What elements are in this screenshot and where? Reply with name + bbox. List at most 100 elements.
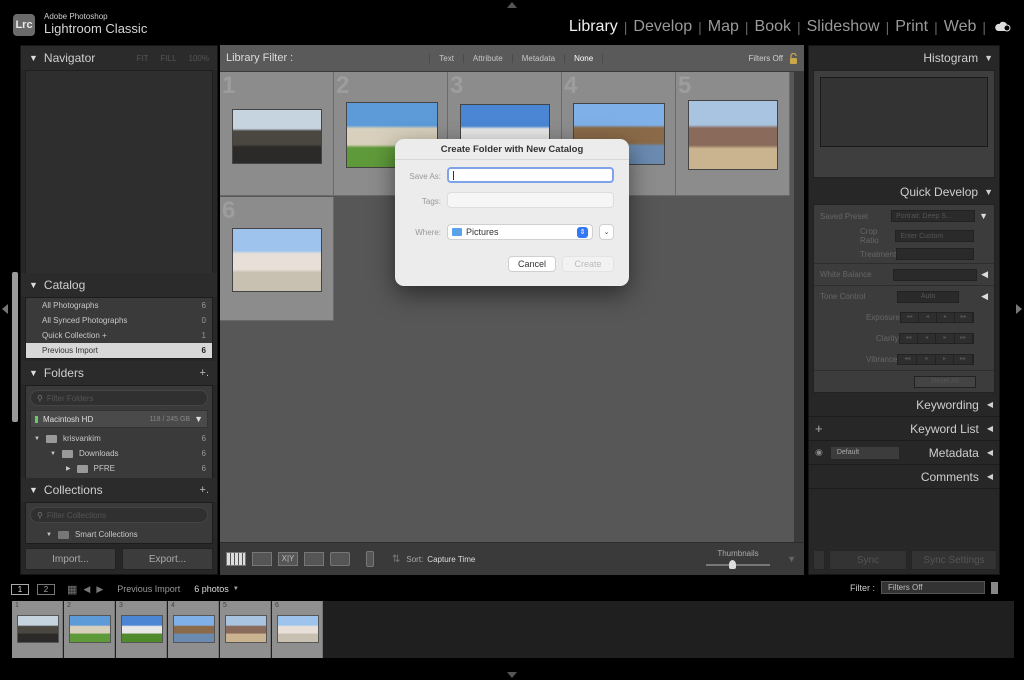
filmstrip-cell[interactable]: 5 (220, 601, 271, 658)
catalog-item-quick-collection[interactable]: Quick Collection + 1 (26, 328, 212, 343)
screen-1-button[interactable]: 1 (11, 583, 29, 595)
photo-thumbnail[interactable] (688, 100, 778, 170)
filmstrip-thumbnail[interactable] (17, 615, 59, 643)
filmstrip-cell[interactable]: 3 (116, 601, 167, 658)
expand-triangle-icon[interactable]: ▼ (979, 211, 988, 221)
filmstrip-cell[interactable]: 4 (168, 601, 219, 658)
grid-cell[interactable]: 6 (220, 197, 334, 321)
folder-krisvankim[interactable]: ▼ krisvankim 6 (26, 431, 212, 446)
auto-tone-button[interactable]: Auto (897, 290, 960, 303)
loupe-view-icon[interactable] (252, 552, 272, 566)
catalog-header[interactable]: ▼ Catalog (21, 273, 217, 297)
grid-cell[interactable]: 5 (676, 72, 790, 196)
step-button[interactable]: ◂◂ (900, 313, 919, 322)
quick-develop-header[interactable]: Quick Develop ▼ (809, 180, 999, 204)
toolbar-menu-icon[interactable]: ▼ (787, 554, 796, 564)
step-button[interactable]: ▸▸ (954, 334, 973, 343)
volume-macintosh-hd[interactable]: Macintosh HD 118 / 245 GB ▼ (30, 410, 208, 428)
grid-view-icon[interactable] (226, 552, 246, 566)
step-button[interactable]: ▸ (935, 355, 955, 364)
exposure-stepper[interactable]: ◂◂ ◂ ▸ ▸▸ (899, 312, 974, 323)
filmstrip-filter-select[interactable]: Filters Off (881, 581, 985, 594)
sort-select[interactable]: Capture Time (427, 555, 475, 564)
module-print[interactable]: Print (889, 18, 934, 36)
navigator-zoom-100[interactable]: 100% (189, 54, 209, 63)
sync-settings-button[interactable]: Sync Settings (911, 550, 997, 570)
step-button[interactable]: ▸▸ (954, 355, 973, 364)
histogram-header[interactable]: Histogram ▼ (809, 46, 999, 70)
add-folder-button[interactable]: +. (200, 367, 209, 379)
folders-header[interactable]: ▼ Folders +. (21, 361, 217, 385)
comments-header[interactable]: Comments ◀ (809, 465, 999, 489)
volume-menu-icon[interactable]: ▼ (194, 414, 203, 424)
vibrance-stepper[interactable]: ◂◂ ◂ ▸ ▸▸ (897, 354, 974, 365)
left-panel-toggle-icon[interactable] (2, 304, 8, 314)
step-button[interactable]: ▸ (936, 313, 955, 322)
lock-icon[interactable] (789, 52, 798, 64)
folder-pfre[interactable]: ▶ PFRE 6 (26, 461, 212, 476)
module-map[interactable]: Map (702, 18, 745, 36)
disclosure-icon[interactable]: ▼ (46, 532, 52, 538)
add-keyword-icon[interactable]: + (815, 421, 823, 436)
grid-icon[interactable]: ▦ (67, 583, 77, 596)
filter-tab-attribute[interactable]: Attribute (462, 53, 512, 63)
keywording-header[interactable]: Keywording ◀ (809, 393, 999, 417)
filmstrip-thumbnail[interactable] (69, 615, 111, 643)
keyword-list-header[interactable]: + Keyword List ◀ (809, 417, 999, 441)
navigator-zoom-fill[interactable]: FILL (161, 54, 177, 63)
left-panel-scrollbar[interactable] (12, 272, 18, 422)
collections-header[interactable]: ▼ Collections +. (21, 478, 217, 502)
filter-preset-select[interactable]: Filters Off (748, 54, 783, 63)
expand-chevron-icon[interactable]: ⌄ (599, 224, 614, 240)
spray-can-icon[interactable] (366, 551, 374, 567)
catalog-item-all-synced[interactable]: All Synced Photographs 0 (26, 313, 212, 328)
expand-triangle-icon[interactable]: ◀ (981, 291, 988, 302)
folder-downloads[interactable]: ▼ Downloads 6 (26, 446, 212, 461)
screen-2-button[interactable]: 2 (37, 583, 55, 595)
white-balance-select[interactable] (893, 268, 978, 281)
filmstrip-cell[interactable]: 1 (12, 601, 63, 658)
filter-tab-none[interactable]: None (564, 53, 604, 63)
step-button[interactable]: ◂ (917, 355, 936, 364)
filter-tab-metadata[interactable]: Metadata (511, 53, 564, 63)
module-book[interactable]: Book (749, 18, 797, 36)
step-button[interactable]: ◂◂ (898, 355, 918, 364)
right-panel-toggle-icon[interactable] (1016, 304, 1022, 314)
photo-thumbnail[interactable] (232, 228, 322, 292)
where-select[interactable]: Pictures ⇕ (447, 224, 593, 240)
forward-arrow-icon[interactable]: ▶ (96, 584, 103, 595)
top-panel-toggle-icon[interactable] (507, 2, 517, 8)
filmstrip-thumbnail[interactable] (225, 615, 267, 643)
export-button[interactable]: Export... (122, 548, 213, 570)
import-button[interactable]: Import... (25, 548, 116, 570)
compare-view-icon[interactable]: X|Y (278, 552, 298, 566)
step-button[interactable]: ◂ (918, 313, 937, 322)
thumbnail-size-slider[interactable] (706, 560, 770, 569)
survey-view-icon[interactable] (304, 552, 324, 566)
add-collection-button[interactable]: +. (200, 484, 209, 496)
saved-preset-select[interactable]: Portrait: Deep S... (891, 210, 976, 222)
reset-all-button[interactable]: Reset All (914, 375, 976, 388)
filmstrip-cell[interactable]: 6 (272, 601, 323, 658)
save-as-input[interactable] (447, 167, 614, 183)
tags-input[interactable] (447, 192, 614, 208)
module-slideshow[interactable]: Slideshow (801, 18, 886, 36)
module-library[interactable]: Library (563, 18, 624, 36)
collection-search-input[interactable]: ⚲ Filter Collections (30, 507, 208, 523)
slider-thumb[interactable] (728, 560, 736, 569)
clarity-stepper[interactable]: ◂◂ ◂ ▸ ▸▸ (898, 333, 974, 344)
create-button[interactable]: Create (562, 256, 614, 272)
metadata-eye-icon[interactable]: ◉ (815, 447, 823, 458)
catalog-item-previous-import[interactable]: Previous Import 6 (26, 343, 212, 358)
filmstrip-count[interactable]: 6 photos (194, 584, 229, 594)
photo-thumbnail[interactable] (232, 109, 322, 164)
filmstrip-thumbnail[interactable] (121, 615, 163, 643)
expand-triangle-icon[interactable]: ◀ (981, 269, 988, 280)
disclosure-icon[interactable]: ▼ (50, 451, 56, 457)
step-button[interactable]: ▸ (936, 334, 955, 343)
filmstrip-source[interactable]: Previous Import (117, 584, 180, 594)
filter-tab-text[interactable]: Text (429, 53, 463, 63)
count-menu-icon[interactable]: ▼ (233, 586, 239, 592)
navigator-zoom-fit[interactable]: FIT (137, 54, 149, 63)
module-develop[interactable]: Develop (627, 18, 698, 36)
